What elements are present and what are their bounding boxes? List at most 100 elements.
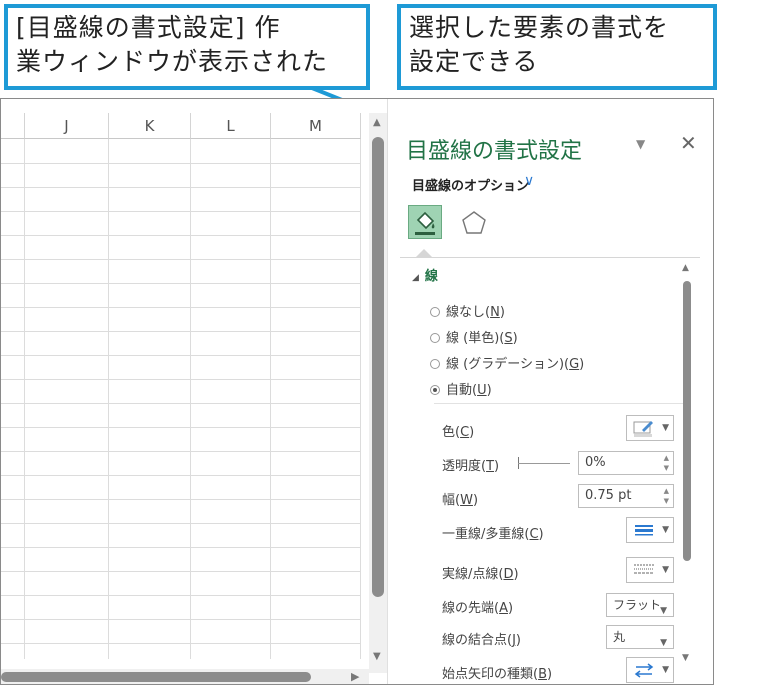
collapse-triangle-icon: ◢ xyxy=(412,273,419,283)
color-label: 色(C) xyxy=(442,421,474,440)
sheet-horizontal-scrollbar[interactable]: ▶ xyxy=(1,669,369,684)
column-header-j[interactable]: J xyxy=(25,113,109,139)
radio-solid-line[interactable]: 線 (単色)(S) xyxy=(430,327,518,346)
horizontal-scroll-thumb[interactable] xyxy=(1,672,311,682)
tab-effects[interactable] xyxy=(458,207,490,239)
dash-type-button[interactable]: ▼ xyxy=(626,557,674,583)
join-type-value: 丸 xyxy=(613,630,626,644)
gridline-col xyxy=(270,139,271,659)
tab-divider xyxy=(400,257,700,258)
begin-arrow-label: 始点矢印の種類(B) xyxy=(442,663,552,682)
radio-label-suffix: ) xyxy=(499,305,505,320)
spinner-arrows-icon[interactable]: ▲ ▼ xyxy=(664,453,669,473)
width-label: 幅(W) xyxy=(442,489,478,508)
transparency-label: 透明度(T) xyxy=(442,455,499,474)
begin-arrow-button[interactable]: ▼ xyxy=(626,657,674,683)
gridline-row xyxy=(1,187,361,188)
access-key: W xyxy=(460,493,473,508)
gridline-options-label[interactable]: 目盛線のオプション xyxy=(412,175,529,194)
scroll-right-icon[interactable]: ▶ xyxy=(351,670,359,683)
gridline-row xyxy=(1,403,361,404)
radio-button[interactable] xyxy=(430,359,440,369)
gridline-row xyxy=(1,523,361,524)
tab-fill-line[interactable] xyxy=(408,205,442,239)
section-line-header[interactable]: ◢ 線 xyxy=(412,265,438,284)
chevron-down-icon: ▼ xyxy=(660,606,667,616)
arrows-icon xyxy=(634,663,654,678)
column-header-k[interactable]: K xyxy=(109,113,191,139)
compound-type-label: 一重線/多重線(C) xyxy=(442,523,544,542)
label-suffix: ) xyxy=(515,633,521,648)
vertical-scroll-thumb[interactable] xyxy=(372,137,384,597)
gridline-row xyxy=(1,643,361,644)
line-color-button[interactable]: ▼ xyxy=(626,415,674,441)
pane-options-dropdown-icon[interactable]: ▼ xyxy=(636,137,645,151)
cap-type-label: 線の先端(A) xyxy=(442,597,513,616)
join-type-select[interactable]: 丸 ▼ xyxy=(606,625,674,649)
pane-scroll-thumb[interactable] xyxy=(683,281,691,561)
gridline-row xyxy=(1,499,361,500)
gridline-row xyxy=(1,307,361,308)
gridline-row xyxy=(1,619,361,620)
pentagon-icon xyxy=(462,211,486,234)
join-type-label: 線の結合点(J) xyxy=(442,629,521,648)
section-line-label: 線 xyxy=(424,269,438,284)
scroll-up-icon[interactable]: ▲ xyxy=(373,117,381,128)
access-key: D xyxy=(503,567,514,582)
column-header-partial xyxy=(1,113,25,139)
dash-type-label: 実線/点線(D) xyxy=(442,563,519,582)
gridline-row xyxy=(1,259,361,260)
gridline-col xyxy=(190,139,191,659)
width-value: 0.75 pt xyxy=(585,488,632,503)
compound-type-button[interactable]: ▼ xyxy=(626,517,674,543)
cap-type-value: フラット xyxy=(613,598,662,612)
radio-label: 線 (グラデーション)( xyxy=(446,357,570,372)
scroll-down-icon[interactable]: ▼ xyxy=(373,651,381,662)
radio-label-suffix: ) xyxy=(512,331,518,346)
access-key: B xyxy=(538,667,547,682)
label-text: 一重線/多重線( xyxy=(442,527,530,542)
radio-automatic[interactable]: 自動(U) xyxy=(430,379,492,398)
chevron-down-icon: ▼ xyxy=(662,525,669,535)
transparency-slider[interactable] xyxy=(518,463,570,464)
radio-gradient-line[interactable]: 線 (グラデーション)(G) xyxy=(430,353,584,372)
gridline-row xyxy=(1,163,361,164)
gridline-col xyxy=(360,139,361,659)
label-text: 線の結合点( xyxy=(442,633,513,648)
radio-button[interactable] xyxy=(430,333,440,343)
column-header-m[interactable]: M xyxy=(271,113,361,139)
column-header-l[interactable]: L xyxy=(191,113,271,139)
gridline-row xyxy=(1,331,361,332)
access-key: C xyxy=(460,425,470,440)
scroll-up-icon[interactable]: ▲ xyxy=(682,263,689,273)
spinner-arrows-icon[interactable]: ▲ ▼ xyxy=(664,486,669,506)
radio-button-selected[interactable] xyxy=(430,385,440,395)
access-key: C xyxy=(529,527,539,542)
fill-line-icon xyxy=(415,211,435,235)
worksheet-grid[interactable]: J K L M ▶ xyxy=(1,99,369,684)
radio-label-suffix: ) xyxy=(579,357,585,372)
label-text: 透明度( xyxy=(442,459,487,474)
access-key: A xyxy=(499,601,508,616)
radio-button[interactable] xyxy=(430,307,440,317)
chevron-down-icon[interactable]: ∨ xyxy=(524,173,534,189)
gridline-row xyxy=(1,427,361,428)
close-icon[interactable]: ✕ xyxy=(680,131,697,155)
pen-color-icon xyxy=(633,421,653,437)
cap-type-select[interactable]: フラット ▼ xyxy=(606,593,674,617)
gridline-row xyxy=(1,379,361,380)
label-suffix: ) xyxy=(472,493,479,508)
pane-vertical-scrollbar[interactable]: ▲ ▼ xyxy=(680,263,694,673)
scroll-down-icon[interactable]: ▼ xyxy=(682,653,689,663)
access-key: N xyxy=(490,305,500,320)
gridline-row xyxy=(1,595,361,596)
label-text: 始点矢印の種類( xyxy=(442,667,539,682)
dash-lines-icon xyxy=(634,564,654,574)
width-input[interactable]: 0.75 pt ▲ ▼ xyxy=(578,484,674,508)
transparency-value: 0% xyxy=(585,455,606,470)
radio-label: 自動( xyxy=(446,383,478,398)
radio-no-line[interactable]: 線なし(N) xyxy=(430,301,505,320)
label-suffix: ) xyxy=(469,425,475,440)
transparency-input[interactable]: 0% ▲ ▼ xyxy=(578,451,674,475)
sheet-vertical-scrollbar[interactable]: ▲ ▼ xyxy=(369,113,387,673)
